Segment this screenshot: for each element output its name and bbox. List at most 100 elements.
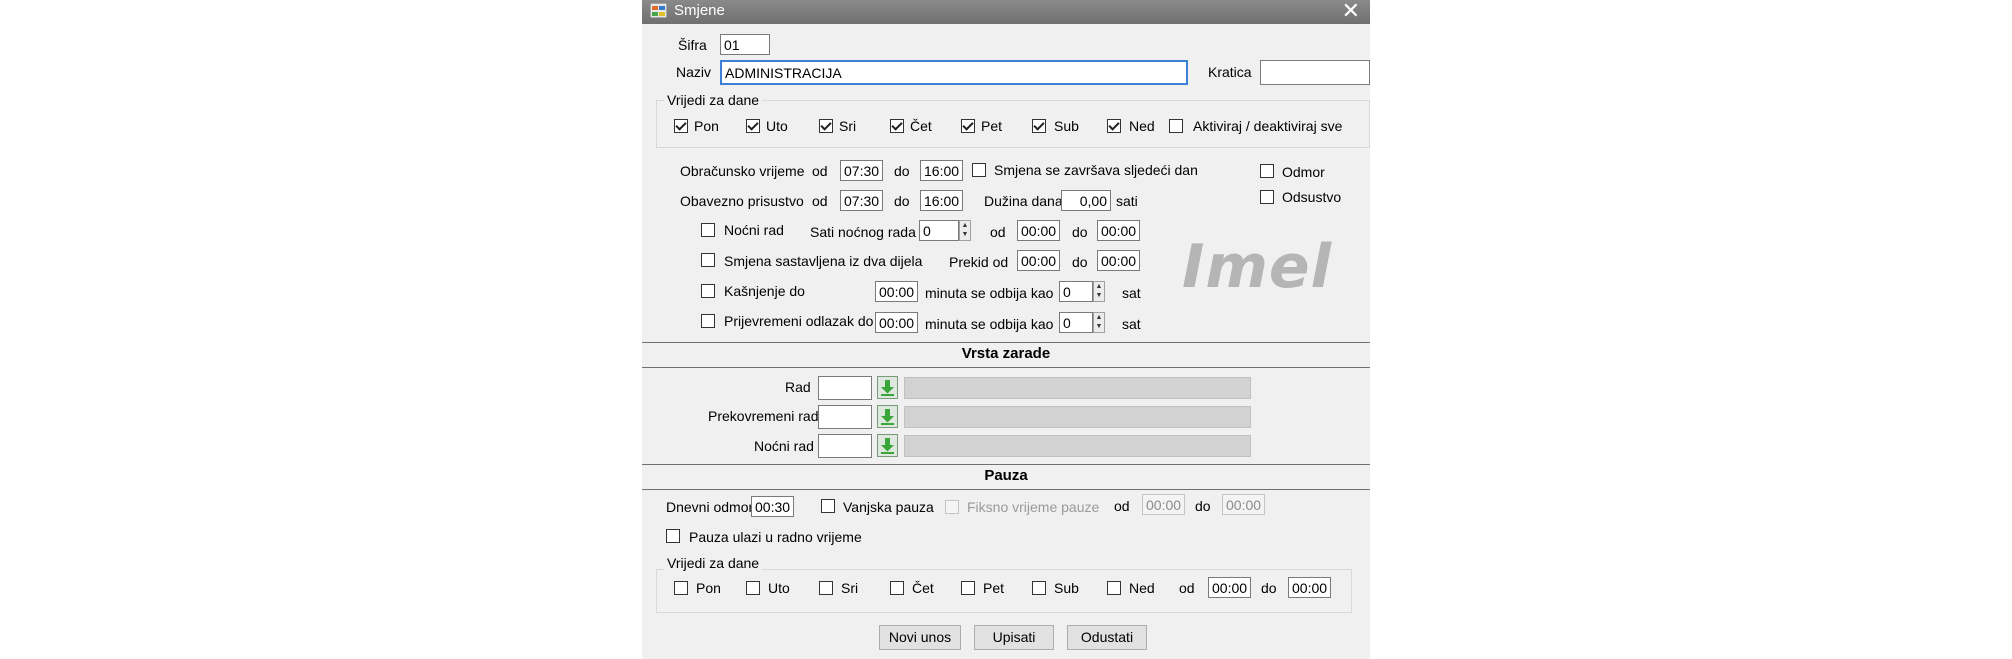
obracunsko-do-input[interactable] (920, 160, 963, 181)
pauza-day-label-sub: Sub (1054, 580, 1079, 596)
rad-name-field (904, 377, 1251, 399)
kasnjenje-sat-input[interactable] (1059, 281, 1093, 302)
kasnjenje-label: Kašnjenje do (724, 283, 805, 299)
nocni-do-input[interactable] (1097, 220, 1140, 241)
separator (642, 367, 1370, 368)
duzina-input[interactable] (1061, 190, 1111, 211)
day-checkbox-sri[interactable] (819, 119, 833, 133)
pauza-day-checkbox-ned[interactable] (1107, 581, 1121, 595)
rad-code-input[interactable] (818, 376, 872, 400)
odsustvo-checkbox[interactable] (1260, 190, 1274, 204)
pauza-ulazi-label: Pauza ulazi u radno vrijeme (689, 529, 862, 545)
prijevremeni-sat-input[interactable] (1059, 312, 1093, 333)
prekid-do-label: do (1072, 254, 1088, 270)
day-checkbox-pon[interactable] (674, 119, 688, 133)
naziv-label: Naziv (676, 64, 712, 80)
download-arrow-icon (881, 438, 894, 454)
day-label-uto: Uto (766, 118, 788, 134)
prekovremeni-code-input[interactable] (818, 405, 872, 429)
dva-dijela-label: Smjena sastavljena iz dva dijela (724, 253, 923, 269)
novi-unos-button[interactable]: Novi unos (879, 625, 961, 650)
fiksno-od-input[interactable] (1142, 494, 1185, 515)
day-checkbox-sub[interactable] (1032, 119, 1046, 133)
sati-nocnog-spinner[interactable]: ▲ ▼ (959, 220, 971, 241)
kasnjenje-input[interactable] (875, 281, 918, 302)
smjene-window: Smjene ✕ Šifra Naziv Kratica Vrijedi za … (642, 0, 1370, 659)
toggle-all-checkbox[interactable] (1169, 119, 1183, 133)
vanjska-pauza-label: Vanjska pauza (843, 499, 934, 515)
fiksno-do-label: do (1195, 498, 1211, 514)
odsustvo-label: Odsustvo (1282, 189, 1342, 205)
obavezno-od-input[interactable] (840, 190, 883, 211)
prekid-od-input[interactable] (1017, 250, 1060, 271)
prekovremeni-lookup-button[interactable] (877, 405, 898, 428)
nocni-rad-lookup-button[interactable] (877, 434, 898, 457)
download-arrow-icon (881, 409, 894, 425)
kasnjenje-checkbox[interactable] (701, 284, 715, 298)
day-checkbox-cet[interactable] (890, 119, 904, 133)
title-bar: Smjene ✕ (642, 0, 1370, 24)
nocni-do-label: do (1072, 224, 1088, 240)
nocni-od-input[interactable] (1017, 220, 1060, 241)
dnevni-odmor-label: Dnevni odmor (666, 499, 754, 515)
pauza-day-checkbox-pet[interactable] (961, 581, 975, 595)
pauza-day-label-pon: Pon (696, 580, 721, 596)
nocni-rad-checkbox[interactable] (701, 223, 715, 237)
vrsta-zarade-title: Vrsta zarade (961, 345, 1051, 362)
pauza-days-od-input[interactable] (1208, 577, 1251, 598)
fiksno-vrijeme-checkbox[interactable] (945, 500, 959, 514)
sati-nocnog-label: Sati noćnog rada (810, 224, 916, 240)
close-icon[interactable]: ✕ (1342, 0, 1360, 24)
naziv-input[interactable] (720, 60, 1188, 85)
day-checkbox-uto[interactable] (746, 119, 760, 133)
nocni-rad-code-input[interactable] (818, 434, 872, 458)
pauza-ulazi-checkbox[interactable] (666, 529, 680, 543)
pauza-day-checkbox-sri[interactable] (819, 581, 833, 595)
upisati-button[interactable]: Upisati (974, 625, 1054, 650)
dnevni-odmor-input[interactable] (751, 496, 794, 517)
app-icon (650, 3, 667, 18)
prekid-do-input[interactable] (1097, 250, 1140, 271)
fiksno-vrijeme-label: Fiksno vrijeme pauze (967, 499, 1100, 515)
pauza-days-do-input[interactable] (1288, 577, 1331, 598)
download-arrow-icon (881, 380, 894, 396)
obavezno-do-label: do (894, 193, 910, 209)
rad-label: Rad (785, 379, 811, 395)
kasnjenje-minuta-label: minuta se odbija kao (925, 285, 1054, 301)
day-checkbox-ned[interactable] (1107, 119, 1121, 133)
pauza-day-checkbox-uto[interactable] (746, 581, 760, 595)
pauza-day-checkbox-sub[interactable] (1032, 581, 1046, 595)
kasnjenje-sat-spinner[interactable]: ▲ ▼ (1093, 281, 1105, 302)
obavezno-od-label: od (812, 193, 828, 209)
fiksno-od-label: od (1114, 498, 1130, 514)
dva-dijela-checkbox[interactable] (701, 253, 715, 267)
sifra-input[interactable] (720, 34, 770, 55)
obracunsko-label: Obračunsko vrijeme (680, 163, 805, 179)
day-checkbox-pet[interactable] (961, 119, 975, 133)
ends-next-day-checkbox[interactable] (972, 163, 986, 177)
day-label-ned: Ned (1129, 118, 1155, 134)
obavezno-do-input[interactable] (920, 190, 963, 211)
pauza-days-do-label: do (1261, 580, 1277, 596)
odustati-button[interactable]: Odustati (1067, 625, 1147, 650)
prijevremeni-label: Prijevremeni odlazak do (724, 313, 874, 329)
pauza-day-checkbox-pon[interactable] (674, 581, 688, 595)
vanjska-pauza-checkbox[interactable] (821, 499, 835, 513)
kratica-input[interactable] (1260, 60, 1370, 85)
odmor-label: Odmor (1282, 164, 1325, 180)
obracunsko-do-label: do (894, 163, 910, 179)
prijevremeni-checkbox[interactable] (701, 314, 715, 328)
day-label-sub: Sub (1054, 118, 1079, 134)
sati-nocnog-input[interactable] (919, 220, 959, 241)
nocni-od-label: od (990, 224, 1006, 240)
prijevremeni-input[interactable] (875, 312, 918, 333)
obracunsko-od-input[interactable] (840, 160, 883, 181)
rad-lookup-button[interactable] (877, 376, 898, 399)
prijevremeni-sat-spinner[interactable]: ▲ ▼ (1093, 312, 1105, 333)
ends-next-day-label: Smjena se završava sljedeći dan (994, 162, 1198, 178)
pauza-day-checkbox-cet[interactable] (890, 581, 904, 595)
toggle-all-label: Aktiviraj / deaktiviraj sve (1193, 118, 1343, 134)
days-group-title: Vrijedi za dane (664, 92, 763, 108)
odmor-checkbox[interactable] (1260, 164, 1274, 178)
fiksno-do-input[interactable] (1222, 494, 1265, 515)
